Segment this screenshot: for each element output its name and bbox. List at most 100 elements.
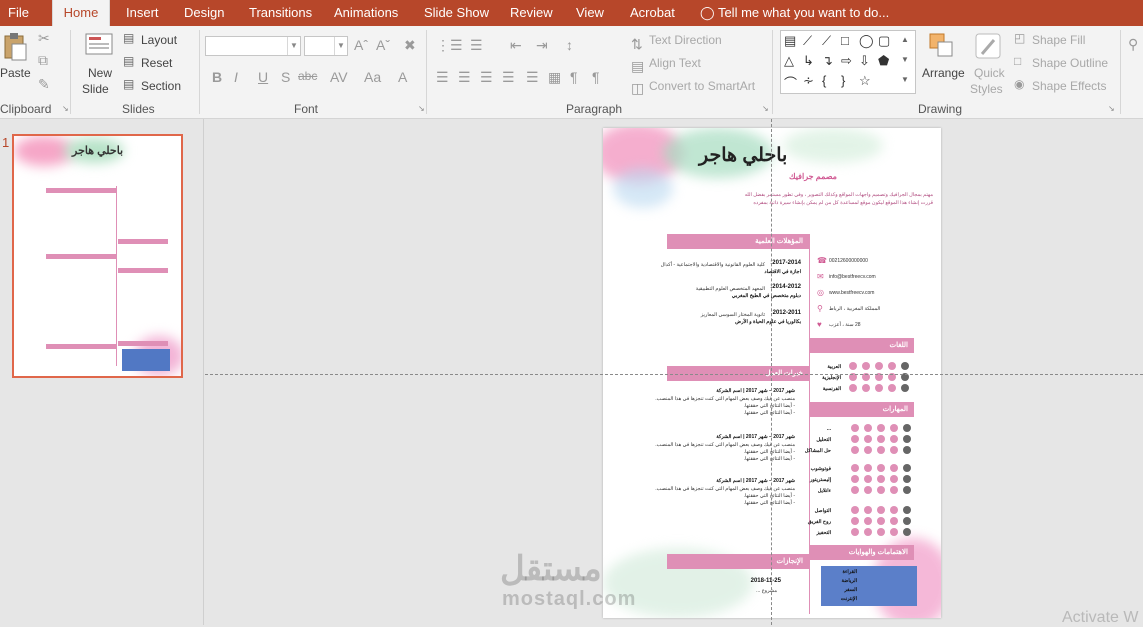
grow-font-icon[interactable]: Aˆ: [354, 37, 368, 53]
layout-button[interactable]: Layout: [141, 33, 177, 47]
tab-design[interactable]: Design: [184, 0, 224, 26]
italic-button[interactable]: I: [234, 69, 238, 85]
vertical-guide[interactable]: [771, 119, 772, 625]
tab-review[interactable]: Review: [510, 0, 553, 26]
paragraph-launcher-icon[interactable]: ↘: [762, 104, 769, 113]
quick-styles-button[interactable]: Quick: [974, 66, 1005, 80]
columns-icon[interactable]: ▦: [548, 69, 561, 86]
align-text-button[interactable]: Align Text: [649, 56, 701, 70]
skill-name: روح الفريق: [807, 519, 831, 525]
more-shapes-icon[interactable]: ▼: [901, 75, 909, 84]
rtl-icon[interactable]: ¶: [570, 69, 578, 85]
tab-acrobat[interactable]: Acrobat: [630, 0, 675, 26]
job-description: منصب عن فيك وصف بعض المهام التي كنت تنجز…: [655, 486, 795, 492]
copy-icon[interactable]: ⧉: [38, 52, 48, 69]
curve-shape-icon[interactable]: ∻: [803, 73, 814, 89]
change-case-button[interactable]: Aa: [364, 69, 381, 85]
bold-button[interactable]: B: [212, 69, 222, 85]
paste-icon[interactable]: [2, 32, 28, 62]
arrow-down-shape-icon[interactable]: ⇩: [859, 53, 870, 69]
font-size-combo[interactable]: ▼: [304, 36, 348, 56]
oval-shape-icon[interactable]: ◯: [859, 33, 874, 49]
distributed-icon[interactable]: ☰: [526, 69, 539, 86]
numbering-icon[interactable]: ☰: [470, 37, 483, 54]
rating-dot: [864, 486, 872, 494]
tell-me-box[interactable]: ◯ Tell me what you want to do...: [700, 0, 889, 26]
arrow-right-shape-icon[interactable]: ⇨: [841, 53, 852, 69]
line-spacing-icon[interactable]: ↕: [566, 37, 573, 53]
rating-dot: [877, 464, 885, 472]
tab-file[interactable]: File: [8, 0, 29, 26]
connector-shape-icon[interactable]: ↴: [822, 53, 833, 69]
format-painter-icon[interactable]: ✎: [38, 76, 50, 93]
new-slide-icon[interactable]: [84, 30, 114, 63]
slide[interactable]: باحلي هاجر مصمم جرافيك مهتم بمجال الجراف…: [603, 128, 941, 618]
tab-insert[interactable]: Insert: [126, 0, 159, 26]
quick-styles-icon[interactable]: [974, 32, 1002, 65]
section-header-interests: الاهتمامات والهوايات: [810, 545, 914, 560]
tab-view[interactable]: View: [576, 0, 604, 26]
ltr-icon[interactable]: ¶: [592, 69, 600, 85]
new-slide-button[interactable]: New: [88, 66, 112, 80]
triangle-shape-icon[interactable]: △: [784, 53, 794, 69]
arc-shape-icon[interactable]: ⌒: [784, 73, 797, 92]
shadow-button[interactable]: S: [281, 69, 290, 85]
chevron-up-icon[interactable]: ▲: [901, 35, 909, 44]
rounded-rect-shape-icon[interactable]: ▢: [878, 33, 890, 49]
font-color-icon[interactable]: A: [398, 69, 407, 85]
shapes-gallery[interactable]: ▤ ⟋ ⟋ □ ◯ ▢ △ ↳ ↴ ⇨ ⇩ ⬟ ⌒ ∻ { } ☆ ▲ ▼ ▼: [780, 30, 916, 94]
text-direction-button[interactable]: Text Direction: [649, 33, 722, 47]
rectangle-shape-icon[interactable]: □: [841, 33, 849, 48]
align-right-icon[interactable]: ☰: [480, 69, 493, 86]
brace-shape-icon[interactable]: }: [841, 73, 845, 88]
cut-icon[interactable]: ✂: [38, 30, 50, 47]
shrink-font-icon[interactable]: Aˇ: [376, 37, 390, 53]
shape-effects-button[interactable]: Shape Effects: [1032, 79, 1107, 93]
arrange-button[interactable]: Arrange: [922, 66, 965, 80]
shape-fill-button[interactable]: Shape Fill: [1032, 33, 1085, 47]
shape-outline-button[interactable]: Shape Outline: [1032, 56, 1108, 70]
rating-dot: [862, 362, 870, 370]
justify-icon[interactable]: ☰: [502, 69, 515, 86]
chevron-down-icon[interactable]: ▼: [901, 55, 909, 64]
tab-home[interactable]: Home: [52, 0, 110, 26]
horizontal-guide[interactable]: [205, 374, 1143, 375]
decrease-indent-icon[interactable]: ⇤: [510, 37, 522, 54]
quick-styles-button-line2[interactable]: Styles: [970, 82, 1003, 96]
align-center-icon[interactable]: ☰: [458, 69, 471, 86]
line-shape-icon[interactable]: ⟋: [822, 33, 831, 49]
rating-dot: [877, 475, 885, 483]
bullets-icon[interactable]: ⋮☰: [436, 37, 463, 54]
character-spacing-icon[interactable]: AV: [330, 69, 348, 85]
find-icon[interactable]: ⚲: [1128, 36, 1138, 53]
skill-name: فوتوشوب: [810, 466, 831, 472]
align-left-icon[interactable]: ☰: [436, 69, 449, 86]
textbox-shape-icon[interactable]: ▤: [784, 33, 796, 49]
slide-thumbnail[interactable]: باحلي هاجر: [12, 134, 183, 378]
rating-dot: [903, 517, 911, 525]
resume-intro-line: قررت إنشاء هذا الموقع ليكون موقع لمساعدة…: [753, 200, 933, 206]
paste-button[interactable]: Paste: [0, 66, 31, 80]
new-slide-button-line2[interactable]: Slide: [82, 82, 109, 96]
brace-shape-icon[interactable]: {: [822, 73, 826, 88]
underline-button[interactable]: U: [258, 69, 268, 85]
tab-animations[interactable]: Animations: [334, 0, 398, 26]
font-name-combo[interactable]: ▼: [205, 36, 301, 56]
clipboard-launcher-icon[interactable]: ↘: [62, 104, 69, 113]
clear-formatting-icon[interactable]: ✖: [404, 37, 416, 54]
convert-smartart-button[interactable]: Convert to SmartArt: [649, 79, 755, 93]
font-launcher-icon[interactable]: ↘: [418, 104, 425, 113]
connector-shape-icon[interactable]: ↳: [803, 53, 814, 69]
line-shape-icon[interactable]: ⟋: [803, 33, 812, 49]
pentagon-shape-icon[interactable]: ⬟: [878, 53, 889, 69]
section-button[interactable]: Section: [141, 79, 181, 93]
tab-slideshow[interactable]: Slide Show: [424, 0, 489, 26]
arrange-icon[interactable]: [928, 32, 956, 63]
interest-item: الإنترنت: [840, 596, 857, 602]
strikethrough-button[interactable]: abc: [298, 69, 317, 83]
tab-transitions[interactable]: Transitions: [249, 0, 312, 26]
drawing-launcher-icon[interactable]: ↘: [1108, 104, 1115, 113]
star-shape-icon[interactable]: ☆: [859, 73, 871, 89]
increase-indent-icon[interactable]: ⇥: [536, 37, 548, 54]
reset-button[interactable]: Reset: [141, 56, 172, 70]
